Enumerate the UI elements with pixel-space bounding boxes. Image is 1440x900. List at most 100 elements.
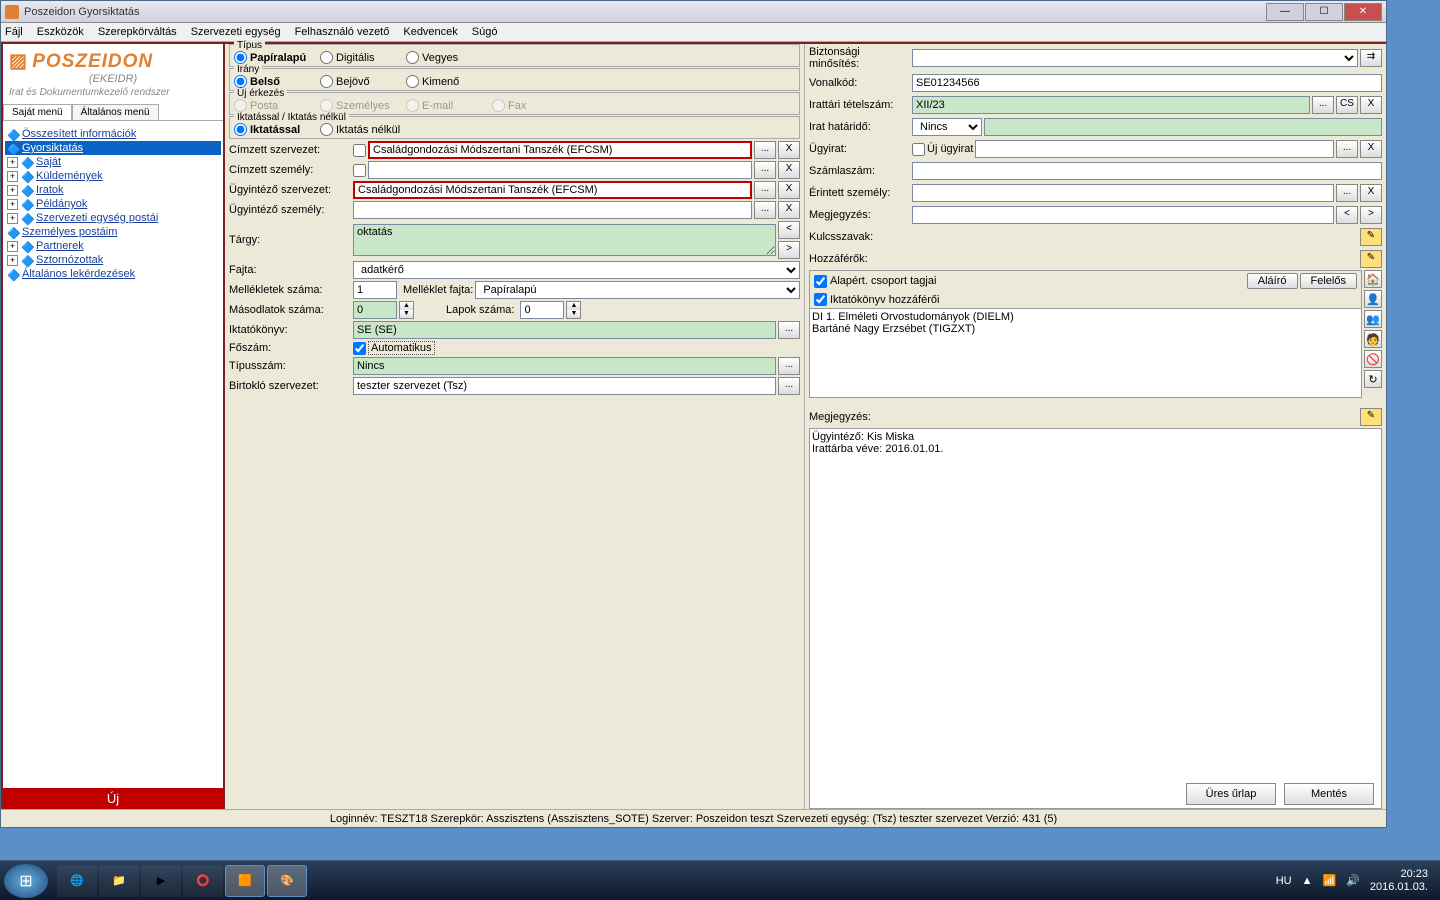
tray-sound-icon[interactable]: 🔊 <box>1346 874 1360 887</box>
tree-item-partners[interactable]: +🔷Partnerek <box>5 239 221 253</box>
access-add-user-icon[interactable]: 👤 <box>1364 290 1382 308</box>
tree-item-own[interactable]: +🔷Saját <box>5 155 221 169</box>
note-box[interactable]: Ügyintéző: Kis Miska Irattárba véve: 201… <box>809 428 1382 809</box>
case-field[interactable] <box>975 140 1334 158</box>
addressee-person-lookup[interactable]: ... <box>754 161 776 179</box>
handler-org-lookup[interactable]: ... <box>754 181 776 199</box>
minimize-button[interactable]: — <box>1266 3 1304 21</box>
addressee-person-field[interactable] <box>368 161 752 179</box>
addressee-org-field[interactable] <box>368 141 752 159</box>
holder-org-field[interactable] <box>353 377 776 395</box>
holder-org-lookup[interactable]: ... <box>778 377 800 395</box>
signer-button[interactable]: Aláíró <box>1247 273 1298 289</box>
tb-paint-icon[interactable]: 🎨 <box>267 865 307 897</box>
typenum-field[interactable] <box>353 357 776 375</box>
handler-person-field[interactable] <box>353 201 752 219</box>
chk-addressee-person[interactable] <box>353 164 366 177</box>
barcode-field[interactable] <box>912 74 1382 92</box>
radio-digital[interactable]: Digitális <box>320 51 400 64</box>
tb-explorer-icon[interactable]: 📁 <box>99 865 139 897</box>
responsible-button[interactable]: Felelős <box>1300 273 1357 289</box>
access-edit[interactable]: ✎ <box>1360 250 1382 268</box>
regbook-field[interactable] <box>353 321 776 339</box>
attachment-kind[interactable]: Papíralapú <box>475 281 800 299</box>
menu-tools[interactable]: Eszközök <box>37 26 84 38</box>
menu-org[interactable]: Szervezeti egység <box>191 26 281 38</box>
tree-item-cancelled[interactable]: +🔷Sztornózottak <box>5 253 221 267</box>
menu-userhead[interactable]: Felhasználó vezető <box>295 26 390 38</box>
tree-item-info[interactable]: 🔷Összesített információk <box>5 127 221 141</box>
close-button[interactable]: ✕ <box>1344 3 1382 21</box>
save-button[interactable]: Mentés <box>1284 783 1374 805</box>
sec-class-select[interactable] <box>912 49 1358 67</box>
affected-clear[interactable]: X <box>1360 184 1382 202</box>
tree-item-docs[interactable]: +🔷Iratok <box>5 183 221 197</box>
access-remove-group-icon[interactable]: 🚫 <box>1364 350 1382 368</box>
access-row[interactable]: Bartáné Nagy Erzsébet (TIGZXT) <box>812 323 1359 335</box>
tab-own-menu[interactable]: Saját menü <box>3 104 72 120</box>
access-list[interactable]: DI 1. Elméleti Orvostudományok (DIELM) B… <box>809 308 1362 398</box>
tb-media-icon[interactable]: ▶ <box>141 865 181 897</box>
menu-file[interactable]: Fájl <box>5 26 23 38</box>
addressee-org-clear[interactable]: X <box>778 141 800 159</box>
tree-item-personalmail[interactable]: 🔷Személyes postáim <box>5 225 221 239</box>
keywords-edit[interactable]: ✎ <box>1360 228 1382 246</box>
empty-form-button[interactable]: Üres űrlap <box>1186 783 1276 805</box>
subject-field[interactable]: oktatás <box>353 224 776 256</box>
handler-org-clear[interactable]: X <box>778 181 800 199</box>
archive-item-clear[interactable]: X <box>1360 96 1382 114</box>
radio-internal[interactable]: Belső <box>234 75 314 88</box>
deadline-select[interactable]: Nincs <box>912 118 982 136</box>
subject-more[interactable]: > <box>778 241 800 259</box>
radio-withreg[interactable]: Iktatással <box>234 123 314 136</box>
typenum-lookup[interactable]: ... <box>778 357 800 375</box>
note-more[interactable]: > <box>1360 206 1382 224</box>
tray-flag-icon[interactable]: ▲ <box>1302 875 1313 887</box>
access-row[interactable]: DI 1. Elméleti Orvostudományok (DIELM) <box>812 311 1359 323</box>
case-clear[interactable]: X <box>1360 140 1382 158</box>
affected-person-field[interactable] <box>912 184 1334 202</box>
menu-fav[interactable]: Kedvencek <box>403 26 457 38</box>
sec-class-action[interactable]: ⇉ <box>1360 49 1382 67</box>
invoice-field[interactable] <box>912 162 1382 180</box>
archive-item-cs[interactable]: CS <box>1336 96 1358 114</box>
pages-dn[interactable]: ▼ <box>567 310 580 318</box>
handler-person-clear[interactable]: X <box>778 201 800 219</box>
radio-outgoing[interactable]: Kimenő <box>406 75 486 88</box>
access-group-icon[interactable]: 👥 <box>1364 310 1382 328</box>
chk-addressee-org[interactable] <box>353 144 366 157</box>
new-case-checkbox[interactable] <box>912 143 925 156</box>
tray-net-icon[interactable]: 📶 <box>1322 874 1336 887</box>
addressee-org-lookup[interactable]: ... <box>754 141 776 159</box>
menu-role[interactable]: Szerepkörváltás <box>98 26 177 38</box>
radio-paper[interactable]: Papíralapú <box>234 51 314 64</box>
dup-dn[interactable]: ▼ <box>400 310 413 318</box>
attachment-count[interactable] <box>353 281 397 299</box>
deadline-field[interactable] <box>984 118 1382 136</box>
note2-edit[interactable]: ✎ <box>1360 408 1382 426</box>
tree-item-orgmail[interactable]: +🔷Szervezeti egység postái <box>5 211 221 225</box>
radio-incoming[interactable]: Bejövő <box>320 75 400 88</box>
handler-org-field[interactable] <box>353 181 752 199</box>
chk-regbook-access[interactable]: Iktatókönyv hozzáférői <box>814 293 939 306</box>
tree-item-queries[interactable]: 🔷Általános lekérdezések <box>5 267 221 281</box>
access-refresh-icon[interactable]: ↻ <box>1364 370 1382 388</box>
radio-withoutreg[interactable]: Iktatás nélkül <box>320 123 400 136</box>
addressee-person-clear[interactable]: X <box>778 161 800 179</box>
archive-item-field[interactable] <box>912 96 1310 114</box>
affected-lookup[interactable]: ... <box>1336 184 1358 202</box>
auto-checkbox[interactable] <box>353 342 366 355</box>
subject-less[interactable]: < <box>778 221 800 239</box>
tray-clock[interactable]: 20:23 2016.01.03. <box>1370 868 1428 892</box>
tree-item-shipments[interactable]: +🔷Küldemények <box>5 169 221 183</box>
note-less[interactable]: < <box>1336 206 1358 224</box>
duplicate-count[interactable] <box>353 301 397 319</box>
tree-item-quickreg[interactable]: 🔷Gyorsiktatás <box>5 141 221 155</box>
radio-mixed[interactable]: Vegyes <box>406 51 486 64</box>
access-home-icon[interactable]: 🏠 <box>1364 270 1382 288</box>
handler-person-lookup[interactable]: ... <box>754 201 776 219</box>
dup-up[interactable]: ▲ <box>400 302 413 310</box>
tb-ie-icon[interactable]: 🌐 <box>57 865 97 897</box>
chk-default-group[interactable]: Alapért. csoport tagjai <box>814 275 936 288</box>
menu-help[interactable]: Súgó <box>472 26 498 38</box>
